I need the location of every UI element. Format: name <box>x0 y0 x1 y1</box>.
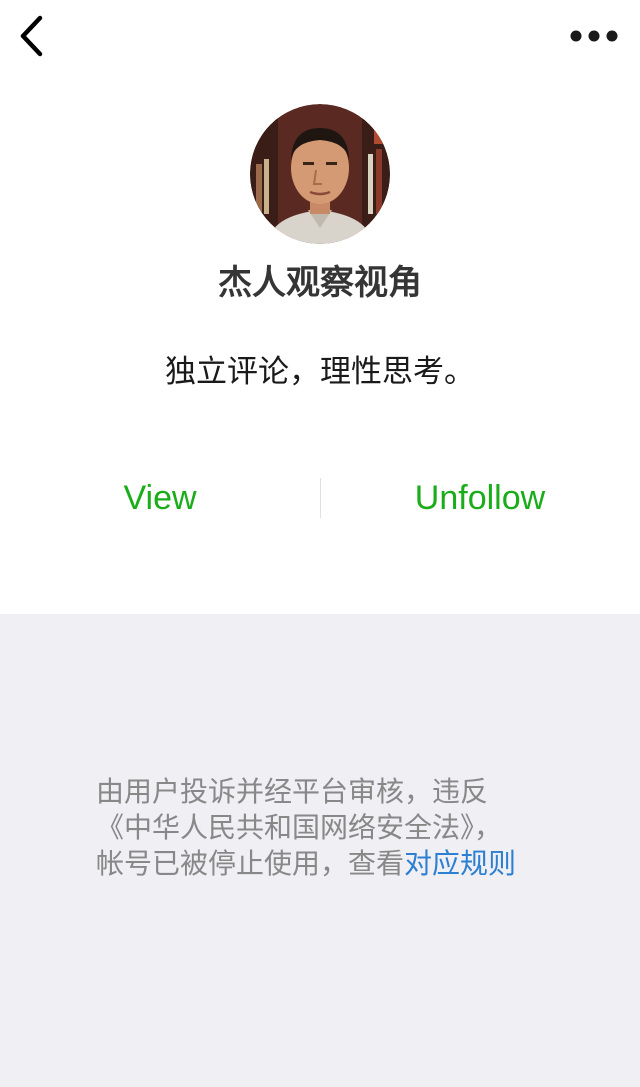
suspension-notice: 由用户投诉并经平台审核，违反《中华人民共和国网络安全法》，帐号已被停止使用，查看… <box>96 774 526 882</box>
profile-header-section: 杰人观察视角 独立评论，理性思考。 View Unfollow <box>0 0 640 614</box>
avatar-photo <box>250 104 390 244</box>
more-options-button[interactable] <box>564 14 624 58</box>
ellipsis-icon <box>570 30 618 42</box>
action-bar: View Unfollow <box>0 470 640 526</box>
avatar <box>250 104 390 244</box>
chevron-left-icon <box>20 15 43 57</box>
unfollow-button[interactable]: Unfollow <box>320 470 640 526</box>
view-button[interactable]: View <box>0 470 320 526</box>
rules-link[interactable]: 对应规则 <box>404 847 516 880</box>
account-name: 杰人观察视角 <box>218 263 422 303</box>
account-intro: 独立评论，理性思考。 <box>165 354 475 390</box>
account-profile-screen: 杰人观察视角 独立评论，理性思考。 View Unfollow 由用户投诉并经平… <box>0 0 640 1087</box>
back-button[interactable] <box>10 12 54 60</box>
